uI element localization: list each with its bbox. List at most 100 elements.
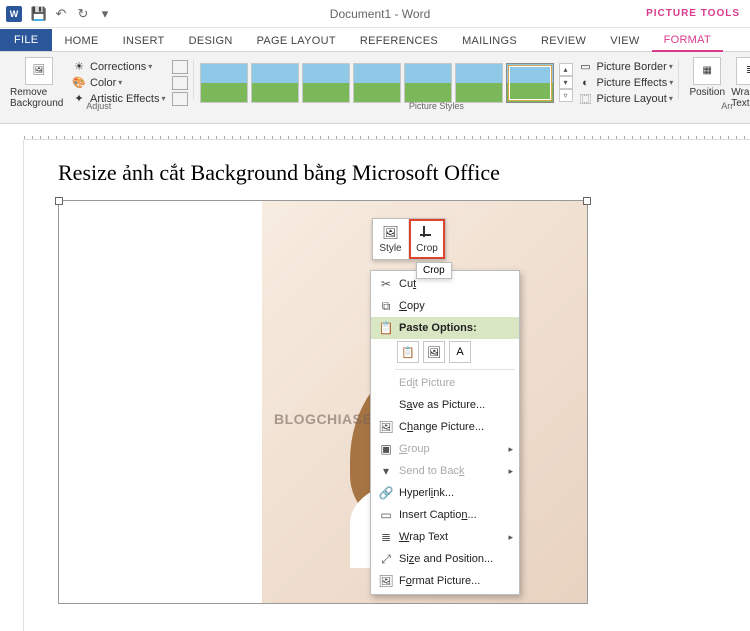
context-menu: ✂Cut ⧉Copy 📋Paste Options: 📋 🖼 A Edit Pi…	[370, 270, 520, 595]
chevron-down-icon: ▾	[118, 78, 122, 87]
group-picture-styles: ▴ ▾ ▿ ▭Picture Border▾ ◐Picture Effects▾…	[194, 54, 680, 111]
picture-border-button[interactable]: ▭Picture Border▾	[579, 59, 674, 75]
ctx-copy[interactable]: ⧉Copy	[371, 295, 519, 317]
save-icon[interactable]: 💾	[30, 5, 48, 23]
submenu-arrow-icon: ▸	[508, 466, 513, 477]
word-app-icon: W	[6, 6, 22, 22]
chevron-down-icon: ▾	[148, 62, 152, 71]
corrections-label: Corrections	[90, 61, 146, 73]
submenu-arrow-icon: ▸	[508, 444, 513, 455]
contextual-tab-label: PICTURE TOOLS	[646, 8, 750, 19]
mini-style-label: Style	[379, 243, 401, 254]
style-thumb[interactable]	[353, 63, 401, 103]
qat-customize-icon[interactable]: ▾	[96, 5, 114, 23]
group-arrange: ▦ Position ≣ Wrap Text Arr	[679, 54, 750, 111]
group-icon: ▣	[377, 442, 395, 456]
ribbon: 🖼 Remove Background ☀Corrections▾ 🎨Color…	[0, 52, 750, 124]
ctx-separator	[395, 369, 515, 370]
horizontal-ruler[interactable]	[24, 124, 750, 140]
tab-file[interactable]: FILE	[0, 29, 52, 51]
ctx-paste-options[interactable]: 📋 Paste Options:	[371, 317, 519, 339]
redo-icon[interactable]: ↻	[74, 5, 92, 23]
size-position-icon: ⤢	[377, 552, 395, 567]
style-thumb[interactable]	[251, 63, 299, 103]
group-picture-styles-label: Picture Styles	[194, 101, 680, 111]
tab-references[interactable]: REFERENCES	[348, 31, 450, 51]
cut-icon: ✂	[377, 277, 395, 291]
ctx-hyperlink[interactable]: 🔗Hyperlink...	[371, 482, 519, 504]
ribbon-tabs: FILE HOME INSERT DESIGN PAGE LAYOUT REFE…	[0, 28, 750, 52]
ctx-size-position[interactable]: ⤢Size and Position...	[371, 548, 519, 570]
gallery-down-icon[interactable]: ▾	[559, 76, 573, 89]
tab-design[interactable]: DESIGN	[177, 31, 245, 51]
window-title: Document1 - Word	[114, 7, 646, 21]
ctx-save-as-picture[interactable]: Save as Picture...	[371, 394, 519, 416]
paste-keep-source-icon[interactable]: 📋	[397, 341, 419, 363]
paste-options-row: 📋 🖼 A	[371, 339, 519, 367]
tab-mailings[interactable]: MAILINGS	[450, 31, 529, 51]
style-thumb[interactable]	[200, 63, 248, 103]
color-button[interactable]: 🎨 Color▾	[72, 75, 166, 91]
ctx-insert-caption[interactable]: ▭Insert Caption...	[371, 504, 519, 526]
position-label: Position	[689, 87, 725, 98]
tab-home[interactable]: HOME	[52, 31, 110, 51]
style-icon: 🖼	[383, 225, 399, 241]
document-heading: Resize ảnh cắt Background bằng Microsoft…	[58, 160, 740, 186]
change-picture-icon[interactable]	[172, 76, 188, 90]
tab-insert[interactable]: INSERT	[111, 31, 177, 51]
change-picture-icon: 🖼	[377, 420, 395, 434]
style-thumb[interactable]	[455, 63, 503, 103]
ctx-change-picture[interactable]: 🖼Change Picture...	[371, 416, 519, 438]
quick-access-toolbar: 💾 ↶ ↻ ▾	[30, 5, 114, 23]
hyperlink-icon: 🔗	[377, 486, 395, 500]
group-adjust: 🖼 Remove Background ☀Corrections▾ 🎨Color…	[4, 54, 194, 111]
group-arrange-label: Arr	[679, 101, 750, 111]
paste-icon: 📋	[377, 321, 395, 335]
gallery-up-icon[interactable]: ▴	[559, 63, 573, 76]
title-bar: W 💾 ↶ ↻ ▾ Document1 - Word PICTURE TOOLS	[0, 0, 750, 28]
position-icon: ▦	[693, 57, 721, 85]
picture-styles-gallery[interactable]: ▴ ▾ ▿	[200, 59, 573, 107]
tab-review[interactable]: REVIEW	[529, 31, 598, 51]
ctx-paste-label: Paste Options:	[399, 322, 477, 334]
mini-style-button[interactable]: 🖼 Style	[373, 219, 409, 259]
style-thumb-selected[interactable]	[506, 63, 554, 103]
mini-crop-label: Crop	[416, 243, 438, 254]
paste-picture-icon[interactable]: 🖼	[423, 341, 445, 363]
corrections-button[interactable]: ☀ Corrections▾	[72, 59, 166, 75]
gallery-scroll[interactable]: ▴ ▾ ▿	[559, 63, 573, 102]
paste-text-icon[interactable]: A	[449, 341, 471, 363]
tab-view[interactable]: VIEW	[598, 31, 651, 51]
wrap-text-icon: ≣	[736, 57, 750, 85]
style-thumb[interactable]	[404, 63, 452, 103]
caption-icon: ▭	[377, 508, 395, 522]
format-picture-icon: 🖼	[377, 574, 395, 588]
tab-format[interactable]: FORMAT	[652, 30, 723, 52]
compress-pictures-icon[interactable]	[172, 60, 188, 74]
mini-crop-button[interactable]: Crop	[409, 219, 445, 259]
group-adjust-label: Adjust	[4, 101, 194, 111]
picture-border-label: Picture Border	[597, 61, 667, 73]
copy-icon: ⧉	[377, 299, 395, 314]
remove-background-icon: 🖼	[25, 57, 53, 85]
color-icon: 🎨	[72, 76, 86, 90]
send-to-back-icon: ▾	[377, 464, 395, 478]
corrections-icon: ☀	[72, 60, 86, 74]
crop-icon	[419, 225, 435, 241]
chevron-down-icon: ▾	[669, 78, 673, 87]
chevron-down-icon: ▾	[669, 62, 673, 71]
ctx-edit-picture: Edit Picture	[371, 372, 519, 394]
ctx-format-picture[interactable]: 🖼Format Picture...	[371, 570, 519, 592]
vertical-ruler[interactable]	[0, 140, 24, 631]
ctx-group: ▣Group▸	[371, 438, 519, 460]
picture-effects-label: Picture Effects	[597, 77, 668, 89]
mini-toolbar: 🖼 Style Crop	[372, 218, 446, 260]
color-label: Color	[90, 77, 116, 89]
undo-icon[interactable]: ↶	[52, 5, 70, 23]
ctx-wrap-text[interactable]: ≣Wrap Text▸	[371, 526, 519, 548]
style-thumb[interactable]	[302, 63, 350, 103]
tab-page-layout[interactable]: PAGE LAYOUT	[245, 31, 348, 51]
picture-effects-button[interactable]: ◐ Picture Effects▾	[579, 75, 674, 91]
crop-tooltip: Crop	[416, 262, 452, 279]
picture-effects-icon: ◐	[579, 76, 593, 90]
